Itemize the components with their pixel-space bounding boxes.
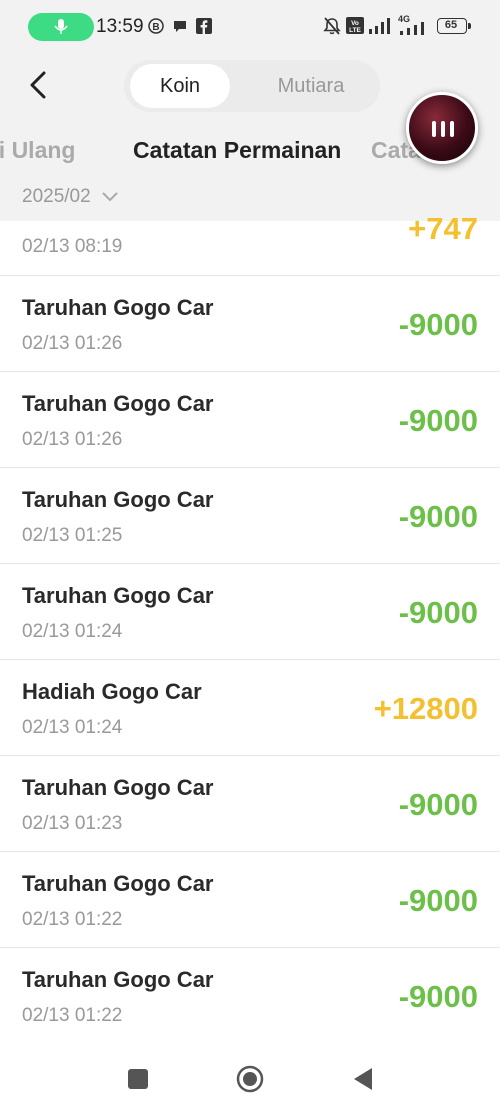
- battery-icon: 65: [437, 18, 471, 34]
- transaction-list: 02/13 08:19 +747 Taruhan Gogo Car 02/13 …: [0, 211, 500, 1044]
- list-item[interactable]: 02/13 08:19 +747: [0, 211, 500, 276]
- system-nav-bar: [0, 1043, 500, 1111]
- mute-bell-icon: [323, 17, 341, 35]
- chevron-down-icon: [102, 192, 118, 202]
- battery-level: 65: [444, 19, 458, 31]
- item-amount: +747: [408, 211, 478, 246]
- status-bar: 13:59 B Vo LTE 4G 65: [0, 0, 500, 56]
- item-time: 02/13 08:19: [22, 236, 123, 257]
- list-item[interactable]: Taruhan Gogo Car 02/13 01:22 -9000: [0, 948, 500, 1044]
- list-item[interactable]: Taruhan Gogo Car 02/13 01:24 -9000: [0, 564, 500, 660]
- item-title: Taruhan Gogo Car: [22, 775, 214, 800]
- mic-indicator[interactable]: [28, 13, 94, 41]
- item-time: 02/13 01:26: [22, 429, 123, 450]
- b-badge-icon: B: [148, 18, 164, 34]
- signal-icon: [369, 18, 390, 34]
- facebook-icon: [196, 18, 212, 34]
- pause-icon: [432, 121, 454, 137]
- svg-text:B: B: [152, 22, 159, 33]
- item-amount: -9000: [398, 787, 478, 822]
- date-filter-label: 2025/02: [22, 186, 91, 207]
- item-title: Taruhan Gogo Car: [22, 871, 214, 896]
- item-amount: -9000: [398, 307, 478, 342]
- tab-isi-ulang[interactable]: si Ulang: [0, 132, 75, 168]
- chevron-left-icon[interactable]: [24, 70, 54, 100]
- item-title: Taruhan Gogo Car: [22, 391, 214, 416]
- item-title: Taruhan Gogo Car: [22, 583, 214, 608]
- item-time: 02/13 01:24: [22, 621, 123, 642]
- floating-media-button[interactable]: [406, 92, 478, 164]
- svg-text:Vo: Vo: [351, 20, 359, 27]
- volte-icon: Vo LTE: [346, 17, 364, 34]
- list-item[interactable]: Taruhan Gogo Car 02/13 01:26 -9000: [0, 276, 500, 372]
- date-filter[interactable]: 2025/02: [22, 186, 118, 208]
- item-time: 02/13 01:24: [22, 717, 123, 738]
- signal-4g-icon: [400, 22, 424, 35]
- segment-koin[interactable]: Koin: [130, 64, 230, 108]
- chat-bubble-icon: [174, 21, 186, 32]
- item-time: 02/13 01:22: [22, 1005, 123, 1026]
- item-title: Hadiah Gogo Car: [22, 679, 202, 704]
- mic-icon: [54, 19, 68, 34]
- item-time: 02/13 01:26: [22, 333, 123, 354]
- home-circle-icon[interactable]: [236, 1065, 264, 1093]
- item-title: Taruhan Gogo Car: [22, 295, 214, 320]
- tab-catatan-permainan[interactable]: Catatan Permainan: [133, 132, 341, 168]
- list-item[interactable]: Hadiah Gogo Car 02/13 01:24 +12800: [0, 660, 500, 756]
- item-amount: -9000: [398, 403, 478, 438]
- back-triangle-icon[interactable]: [352, 1067, 374, 1091]
- item-amount: -9000: [398, 595, 478, 630]
- item-time: 02/13 01:25: [22, 525, 123, 546]
- svg-text:LTE: LTE: [349, 27, 361, 34]
- list-item[interactable]: Taruhan Gogo Car 02/13 01:22 -9000: [0, 852, 500, 948]
- item-amount: -9000: [398, 979, 478, 1014]
- item-title: Taruhan Gogo Car: [22, 487, 214, 512]
- item-time: 02/13 01:22: [22, 909, 123, 930]
- item-title: Taruhan Gogo Car: [22, 967, 214, 992]
- item-amount: -9000: [398, 499, 478, 534]
- recents-square-icon[interactable]: [127, 1068, 149, 1090]
- item-amount: -9000: [398, 883, 478, 918]
- item-amount: +12800: [373, 691, 478, 726]
- currency-segmented-control: Koin Mutiara: [124, 60, 380, 112]
- list-item[interactable]: Taruhan Gogo Car 02/13 01:25 -9000: [0, 468, 500, 564]
- header: Koin Mutiara si Ulang Catatan Permainan …: [0, 56, 500, 221]
- list-item[interactable]: Taruhan Gogo Car 02/13 01:26 -9000: [0, 372, 500, 468]
- segment-mutiara[interactable]: Mutiara: [256, 64, 366, 108]
- item-time: 02/13 01:23: [22, 813, 123, 834]
- list-item[interactable]: Taruhan Gogo Car 02/13 01:23 -9000: [0, 756, 500, 852]
- status-time: 13:59: [96, 16, 144, 37]
